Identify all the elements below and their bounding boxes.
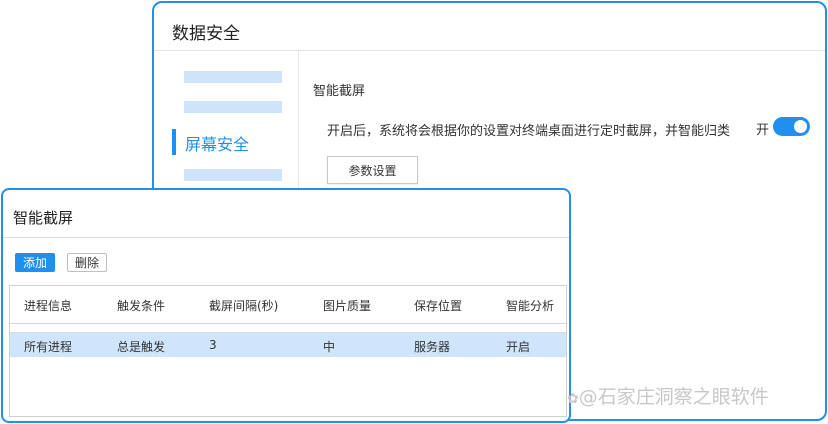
smart-screenshot-window: 智能截屏 添加 删除 进程信息 触发条件 截屏间隔(秒) 图片质量 保存位置 智… [1, 188, 571, 423]
nav-active-indicator [172, 129, 176, 155]
column-header-process: 进程信息 [24, 299, 73, 313]
cell-quality: 中 [323, 340, 336, 354]
screenshot-rules-table: 进程信息 触发条件 截屏间隔(秒) 图片质量 保存位置 智能分析 所有进程 总是… [9, 285, 567, 417]
nav-item-placeholder[interactable] [184, 101, 282, 113]
toggle-label: 开 [756, 123, 770, 138]
toggle-knob [794, 120, 807, 133]
nav-item-placeholder[interactable] [184, 71, 282, 83]
cell-trigger: 总是触发 [117, 340, 166, 354]
cell-process: 所有进程 [24, 340, 73, 354]
paw-icon: ✿ [567, 391, 579, 407]
cell-location: 服务器 [414, 340, 451, 354]
section-title: 智能截屏 [313, 84, 366, 99]
column-header-trigger: 触发条件 [117, 299, 166, 313]
column-header-quality: 图片质量 [323, 299, 372, 313]
window-title: 智能截屏 [13, 209, 74, 227]
table-row[interactable]: 所有进程 总是触发 3 中 服务器 开启 [10, 333, 566, 357]
add-button[interactable]: 添加 [15, 253, 55, 272]
cell-interval: 3 [209, 338, 217, 352]
cell-analysis: 开启 [506, 340, 531, 354]
section-description: 开启后，系统将会根据你的设置对终端桌面进行定时截屏，并智能归类 [327, 124, 731, 139]
window-title: 数据安全 [172, 24, 240, 44]
column-header-analysis: 智能分析 [506, 299, 555, 313]
nav-item-screen-security[interactable]: 屏幕安全 [185, 131, 249, 155]
table-spacer-row [10, 324, 566, 333]
watermark: ✿@石家庄洞察之眼软件 [567, 382, 769, 409]
smart-screenshot-toggle[interactable] [773, 117, 810, 136]
column-header-location: 保存位置 [414, 299, 463, 313]
delete-button[interactable]: 删除 [67, 253, 107, 272]
params-settings-button[interactable]: 参数设置 [327, 156, 418, 184]
title-divider [3, 237, 569, 238]
title-divider [154, 50, 825, 51]
nav-item-placeholder[interactable] [184, 169, 282, 181]
column-header-interval: 截屏间隔(秒) [209, 299, 279, 313]
table-header: 进程信息 触发条件 截屏间隔(秒) 图片质量 保存位置 智能分析 [10, 286, 566, 324]
watermark-text: @石家庄洞察之眼软件 [578, 386, 769, 408]
